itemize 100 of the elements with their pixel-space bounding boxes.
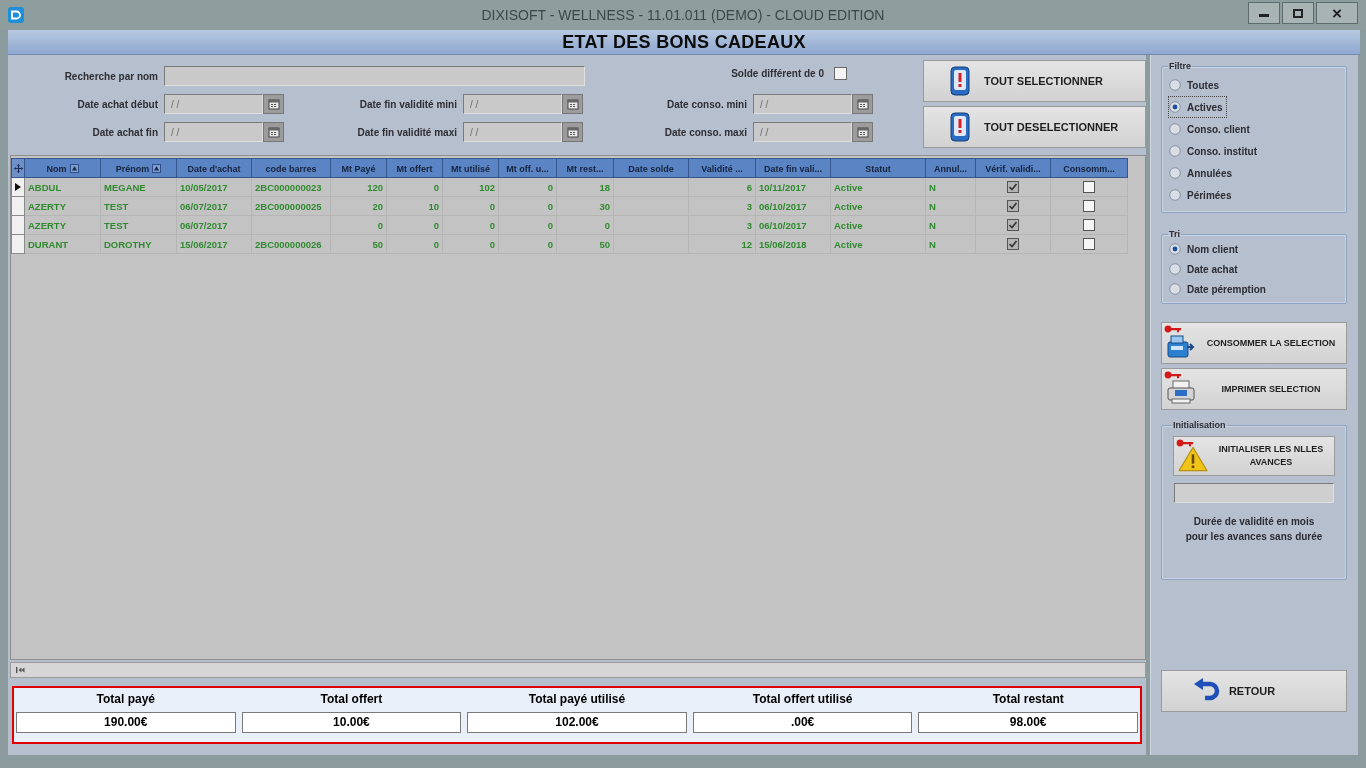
- table-cell: 12: [688, 234, 756, 254]
- column-header[interactable]: code barres: [251, 158, 331, 178]
- radio-option[interactable]: Actives: [1168, 96, 1227, 118]
- total-label: Total payé: [96, 691, 156, 707]
- date-field[interactable]: / /: [463, 94, 562, 114]
- duration-field[interactable]: [1174, 483, 1334, 503]
- radio-button[interactable]: [1169, 79, 1181, 91]
- radio-option[interactable]: Annulées: [1168, 162, 1236, 184]
- checkbox[interactable]: [1007, 238, 1019, 250]
- checkbox[interactable]: [1007, 200, 1019, 212]
- key-icon: [1164, 325, 1182, 333]
- column-header[interactable]: Mt off. u...: [498, 158, 557, 178]
- column-header[interactable]: Mt utilisé: [442, 158, 499, 178]
- calendar-button[interactable]: [263, 122, 284, 142]
- radio-option[interactable]: Date péremption: [1168, 279, 1270, 299]
- radio-option[interactable]: Toutes: [1168, 74, 1224, 96]
- table-cell: 120: [330, 177, 387, 197]
- minimize-button[interactable]: [1248, 2, 1280, 24]
- column-header[interactable]: Validité ...: [688, 158, 756, 178]
- total-field: .00€: [692, 712, 913, 733]
- name-search-field[interactable]: [164, 66, 585, 86]
- horizontal-scrollbar[interactable]: [10, 662, 1146, 678]
- field-label: Date fin validité mini: [358, 98, 458, 110]
- return-button[interactable]: RETOUR: [1161, 670, 1347, 712]
- radio-option[interactable]: Conso. client: [1168, 118, 1254, 140]
- total-label: Total offert utilisé: [752, 691, 853, 707]
- date-field[interactable]: / /: [463, 122, 562, 142]
- table-cell: 2BC000000023: [251, 177, 331, 197]
- column-header[interactable]: Mt rest...: [556, 158, 614, 178]
- duration-note: Durée de validité en mois pour les avances sans durée: [1185, 515, 1323, 544]
- radio-button[interactable]: [1169, 243, 1181, 255]
- column-header[interactable]: Vérif. validi...: [975, 158, 1051, 178]
- calendar-icon: [856, 98, 869, 110]
- column-header[interactable]: Annul...: [925, 158, 976, 178]
- radio-button[interactable]: [1169, 123, 1181, 135]
- radio-button[interactable]: [1169, 263, 1181, 275]
- column-header[interactable]: Statut: [830, 158, 926, 178]
- checkbox[interactable]: [1083, 219, 1095, 231]
- column-header[interactable]: Date fin vali...: [755, 158, 831, 178]
- radio-button[interactable]: [1169, 167, 1181, 179]
- radio-button[interactable]: [1169, 189, 1181, 201]
- calendar-button[interactable]: [562, 122, 583, 142]
- radio-button[interactable]: [1169, 101, 1181, 113]
- radio-button[interactable]: [1169, 283, 1181, 295]
- table-cell: AZERTY: [24, 196, 101, 216]
- calendar-button[interactable]: [852, 122, 873, 142]
- table-cell: 3: [688, 196, 756, 216]
- column-header[interactable]: Date solde: [613, 158, 689, 178]
- app-icon[interactable]: [8, 7, 24, 23]
- table-cell: TEST: [100, 196, 177, 216]
- total-field: 98.00€: [918, 712, 1138, 733]
- initialise-advances-button[interactable]: INITIALISER LES NLLES AVANCES: [1173, 436, 1335, 476]
- checkbox[interactable]: [1083, 238, 1095, 250]
- total-field: 10.00€: [241, 712, 462, 733]
- radio-option[interactable]: Conso. institut: [1168, 140, 1261, 162]
- table-cell: 15/06/2018: [755, 234, 831, 254]
- table-cell: Active: [830, 196, 926, 216]
- table-cell: 10: [386, 196, 443, 216]
- calendar-button[interactable]: [263, 94, 284, 114]
- print-selection-button[interactable]: IMPRIMER SELECTION: [1161, 368, 1347, 410]
- checkbox[interactable]: [834, 66, 847, 80]
- column-header[interactable]: Prénom: [100, 158, 177, 178]
- date-field[interactable]: / /: [164, 122, 263, 142]
- date-field[interactable]: / /: [753, 94, 852, 114]
- select-all-button[interactable]: TOUT SELECTIONNER: [923, 60, 1146, 102]
- window-title: DIXISOFT - WELLNESS - 11.01.011 (DEMO) - CLOUD EDITION: [481, 7, 885, 23]
- checkbox[interactable]: [1007, 181, 1019, 193]
- radio-button[interactable]: [1169, 145, 1181, 157]
- column-header[interactable]: Date d'achat: [176, 158, 252, 178]
- calendar-button[interactable]: [852, 94, 873, 114]
- column-header[interactable]: Consomm...: [1050, 158, 1128, 178]
- close-icon: [1332, 8, 1342, 18]
- radio-option[interactable]: Date achat: [1168, 259, 1242, 279]
- column-header[interactable]: Nom: [24, 158, 101, 178]
- table-cell: 0: [442, 234, 499, 254]
- restore-button[interactable]: [1282, 2, 1314, 24]
- date-field[interactable]: / /: [753, 122, 852, 142]
- radio-option[interactable]: Périmées: [1168, 184, 1236, 206]
- field-label: Date fin validité maxi: [356, 126, 458, 138]
- table-cell: 10/05/2017: [176, 177, 252, 197]
- table-cell: 0: [442, 196, 499, 216]
- date-field[interactable]: / /: [164, 94, 263, 114]
- deselect-all-button[interactable]: TOUT DESELECTIONNER: [923, 106, 1146, 148]
- column-header[interactable]: Mt offert: [386, 158, 443, 178]
- radio-option[interactable]: Nom client: [1168, 239, 1243, 259]
- table-cell: AZERTY: [24, 215, 101, 235]
- page-title: ETAT DES BONS CADEAUX: [562, 31, 806, 53]
- table-cell: 15/06/2017: [176, 234, 252, 254]
- table-cell: N: [925, 196, 976, 216]
- table-cell: 18: [556, 177, 614, 197]
- checkbox[interactable]: [1007, 219, 1019, 231]
- consume-selection-button[interactable]: CONSOMMER LA SELECTION: [1161, 322, 1347, 364]
- column-header[interactable]: Mt Payé: [330, 158, 387, 178]
- table-cell: 0: [498, 215, 557, 235]
- field-label: Solde différent de 0: [731, 67, 825, 79]
- calendar-button[interactable]: [562, 94, 583, 114]
- checkbox[interactable]: [1083, 200, 1095, 212]
- group-title: Initialisation: [1172, 420, 1227, 430]
- checkbox[interactable]: [1083, 181, 1095, 193]
- close-button[interactable]: [1316, 2, 1358, 24]
